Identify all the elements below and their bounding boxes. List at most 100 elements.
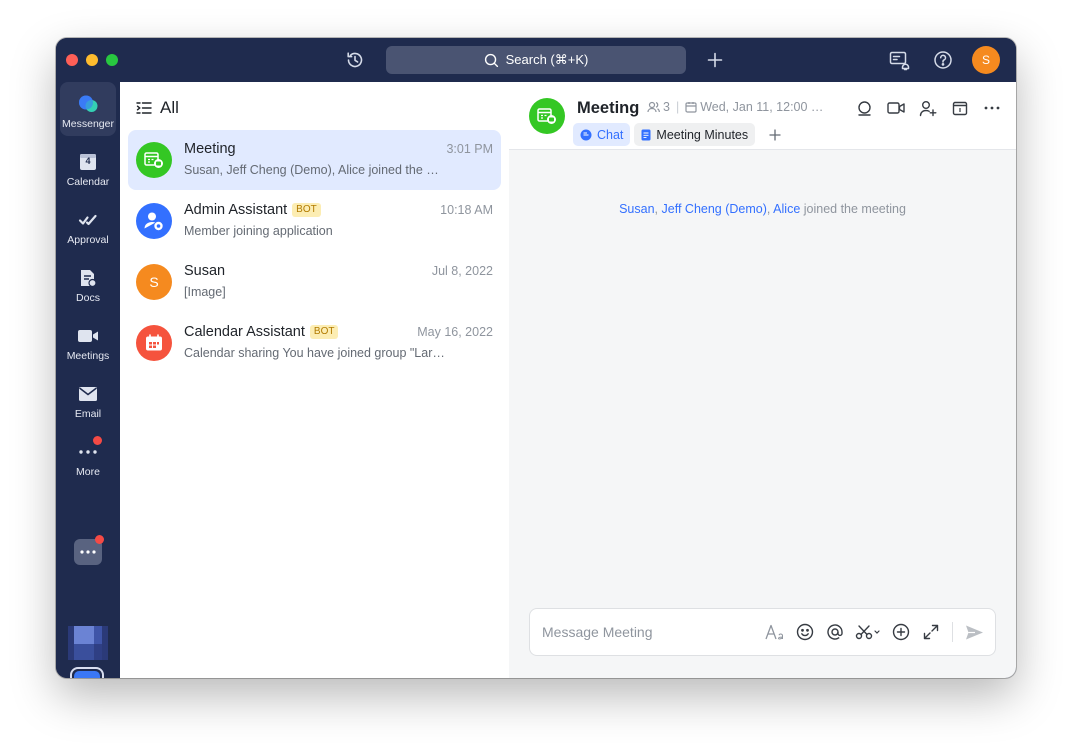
conversation-header: Meeting 3 | Wed, Jan 11, 12:00 … Chat Me… [509,82,1016,150]
video-camera-icon [77,325,99,347]
history-icon[interactable] [343,48,367,72]
rail-item-meetings[interactable]: Meetings [60,314,116,368]
send-icon[interactable] [963,620,985,644]
notification-settings-icon[interactable] [887,48,911,72]
chat-time: 3:01 PM [446,142,493,156]
rail-label: Calendar [66,176,110,188]
chat-preview: [Image] [184,285,226,299]
plus-icon [769,128,781,141]
chat-search-icon[interactable] [852,96,876,120]
chat-filter-header[interactable]: All [136,96,179,120]
meeting-avatar [136,142,172,178]
calendar-day: 4 [85,156,91,166]
help-icon[interactable] [931,48,955,72]
system-message-text: joined the meeting [803,202,906,216]
rail-item-calendar[interactable]: 4 Calendar [60,140,116,194]
envelope-icon [77,383,99,405]
meeting-group-icon [537,108,556,124]
chat-list-item[interactable]: Admin Assistant BOT 10:18 AM Member join… [128,191,501,251]
workspace-logo[interactable] [68,626,108,660]
susan-avatar: S [136,264,172,300]
conversation-actions [852,96,1004,120]
toolbar-divider [952,622,953,642]
message-input[interactable] [542,609,762,655]
chat-name: Meeting [184,141,236,157]
chat-preview: Member joining application [184,224,333,238]
calendar-assistant-avatar [136,325,172,361]
separator: , [654,202,659,216]
chat-list-item[interactable]: S Susan Jul 8, 2022 [Image] [128,252,501,312]
event-time[interactable]: Wed, Jan 11, 12:00 … [700,100,823,114]
conversation-pane: Meeting 3 | Wed, Jan 11, 12:00 … Chat Me… [509,82,1016,678]
plus-icon[interactable] [703,48,727,72]
search-bar[interactable]: Search (⌘+K) [386,46,686,74]
meta-divider: | [675,100,680,114]
filter-list-icon [136,102,152,114]
mention-icon[interactable] [824,620,846,644]
approval-icon [77,209,99,231]
notification-dot [93,436,102,445]
add-member-icon[interactable] [916,96,940,120]
user-avatar[interactable]: S [972,46,1000,74]
conversation-title: Meeting [577,99,640,117]
rail-item-email[interactable]: Email [60,372,116,426]
search-label: Search (⌘+K) [505,52,589,67]
chat-bubble-icon [580,129,592,140]
minimize-window-button[interactable] [86,54,98,66]
chat-time: Jul 8, 2022 [431,264,493,278]
rail-label: Email [74,408,102,420]
tab-meeting-minutes[interactable]: Meeting Minutes [634,123,756,146]
chat-list-item[interactable]: Calendar Assistant BOT May 16, 2022 Cale… [128,313,501,373]
video-camera-icon[interactable] [884,96,908,120]
chat-list-pane: All Meeting 3:01 PM Susan, Jeff Cheng (D… [120,82,509,678]
text-format-icon[interactable] [764,620,786,644]
rail-item-approval[interactable]: Approval [60,198,116,252]
calendar-icon [146,334,162,351]
mention-user[interactable]: Alice [773,202,800,216]
mention-user[interactable]: Jeff Cheng (Demo) [662,202,767,216]
zoom-window-button[interactable] [106,54,118,66]
tab-chat[interactable]: Chat [573,123,631,146]
chat-preview: Susan, Jeff Cheng (Demo), Alice joined t… [184,163,439,177]
rail-label: Meetings [66,350,110,362]
more-options-icon[interactable] [980,96,1004,120]
rail-item-more[interactable]: More [60,430,116,484]
expand-icon[interactable] [920,620,942,644]
chat-list-item[interactable]: Meeting 3:01 PM Susan, Jeff Cheng (Demo)… [128,130,501,190]
add-tab-button[interactable] [765,125,785,145]
system-message: Susan, Jeff Cheng (Demo), Alice joined t… [509,202,1016,216]
member-count[interactable]: 3 [663,100,670,114]
bot-badge: BOT [292,203,321,217]
calendar-icon [685,102,697,113]
message-composer [529,608,996,656]
rail-item-messenger[interactable]: Messenger [60,82,116,136]
calendar-icon: 4 [77,151,99,173]
meeting-group-icon [144,152,163,168]
document-icon [641,129,651,140]
rail-label: More [76,466,100,478]
pin-calendar-icon[interactable] [948,96,972,120]
members-icon[interactable] [647,101,660,113]
title-bar: Search (⌘+K) S [56,38,1016,82]
user-gear-icon [144,212,163,231]
mention-user[interactable]: Susan [619,202,654,216]
chat-name: Calendar Assistant [184,324,305,340]
conversation-tabs: Chat Meeting Minutes [573,123,785,146]
chat-time: 10:18 AM [440,203,493,217]
navigation-rail: Messenger 4 Calendar Approval Docs Meeti… [56,82,120,678]
tenant-switcher[interactable]: L [70,667,104,678]
composer-toolbar [764,620,985,644]
rail-label: Docs [76,292,100,304]
tab-label: Meeting Minutes [656,127,749,142]
close-window-button[interactable] [66,54,78,66]
bot-badge: BOT [309,325,339,339]
meeting-avatar[interactable] [529,98,565,134]
tab-label: Chat [597,127,624,142]
separator: , [766,202,771,216]
screenshot-icon[interactable] [854,620,882,644]
add-attachment-icon[interactable] [890,620,912,644]
rail-item-docs[interactable]: Docs [60,256,116,310]
emoji-icon[interactable] [794,620,816,644]
chat-time: May 16, 2022 [417,325,493,339]
notification-dot [95,535,104,544]
